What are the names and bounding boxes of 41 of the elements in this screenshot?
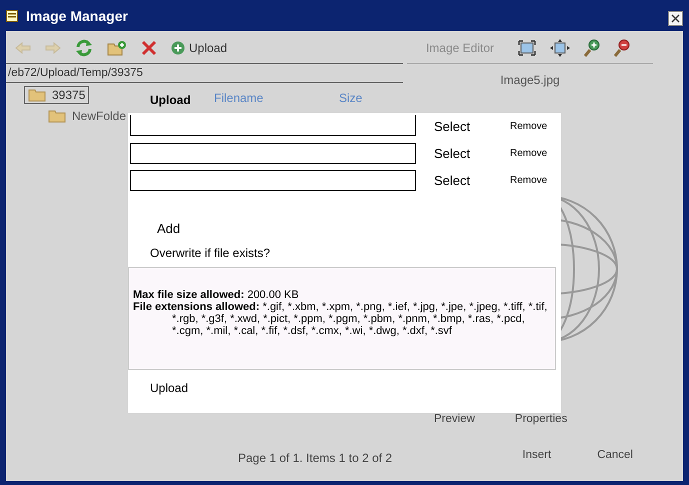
remove-button[interactable]: Remove (510, 121, 548, 132)
dialog-button[interactable]: Cancel (597, 449, 633, 461)
upload-submit-button[interactable]: Upload (150, 381, 188, 395)
dialog-button[interactable]: Insert (522, 449, 552, 461)
add-button[interactable]: Add (157, 221, 180, 236)
select-button[interactable]: Select (434, 173, 510, 188)
file-input-field[interactable] (130, 170, 416, 191)
plus-icon (171, 41, 185, 55)
preview-tab[interactable]: Properties (514, 413, 568, 425)
image-filename: Image5.jpg (500, 73, 560, 87)
refresh-icon (75, 39, 93, 57)
close-button[interactable] (668, 11, 683, 26)
preview-tab[interactable]: Preview (434, 413, 475, 425)
tree-item[interactable]: NewFolde (44, 107, 130, 125)
close-icon (671, 14, 680, 23)
remove-button[interactable]: Remove (510, 148, 548, 159)
file-input-field[interactable] (130, 143, 416, 164)
folder-plus-icon (107, 40, 127, 56)
tree-item[interactable]: 39375 (24, 86, 90, 104)
file-input-field[interactable] (130, 115, 416, 136)
remove-button[interactable]: Remove (510, 175, 548, 186)
dialog-title: Upload (150, 93, 191, 109)
fit-image-icon (518, 40, 536, 56)
right-arrow-icon (45, 42, 61, 54)
window-icon (6, 10, 18, 22)
select-button[interactable]: Select (434, 146, 510, 161)
actual-size-icon (550, 39, 570, 57)
path-field: /eb72/Upload/Temp/39375 (6, 63, 403, 83)
upload-button[interactable]: Upload (168, 39, 230, 57)
window-title: Image Manager (26, 8, 129, 24)
pager-text: Page 1 of 1. Items 1 to 2 of 2 (238, 451, 392, 465)
max-size-text: Max file size allowed: 200.00 KB (133, 289, 300, 301)
extensions-text: File extensions allowed: *.gif, *.xbm, *.xpm, *.png, *.ief, *.jpg, *.jpe, *.jpeg, *.tiff, *.tif, *.rgb, *.g3f, *.xwd, *.pict, *.ppm, *.pgm, *.pbm, *.pnm, *.bmp, *.ras, *.pcd, *.cgm, *.mil, *.cal, *.fif, *.dsf, *.cmx, *.wi, *.dwg, *.dxf, *.svf (133, 301, 548, 337)
select-button[interactable]: Select (434, 119, 510, 134)
folder-icon (48, 109, 66, 123)
zoom-in-icon (584, 39, 600, 57)
folder-icon (28, 88, 46, 102)
zoom-out-icon (614, 39, 630, 57)
left-arrow-icon (15, 42, 31, 54)
delete-icon (141, 40, 157, 56)
overwrite-label: Overwrite if file exists? (150, 246, 272, 260)
